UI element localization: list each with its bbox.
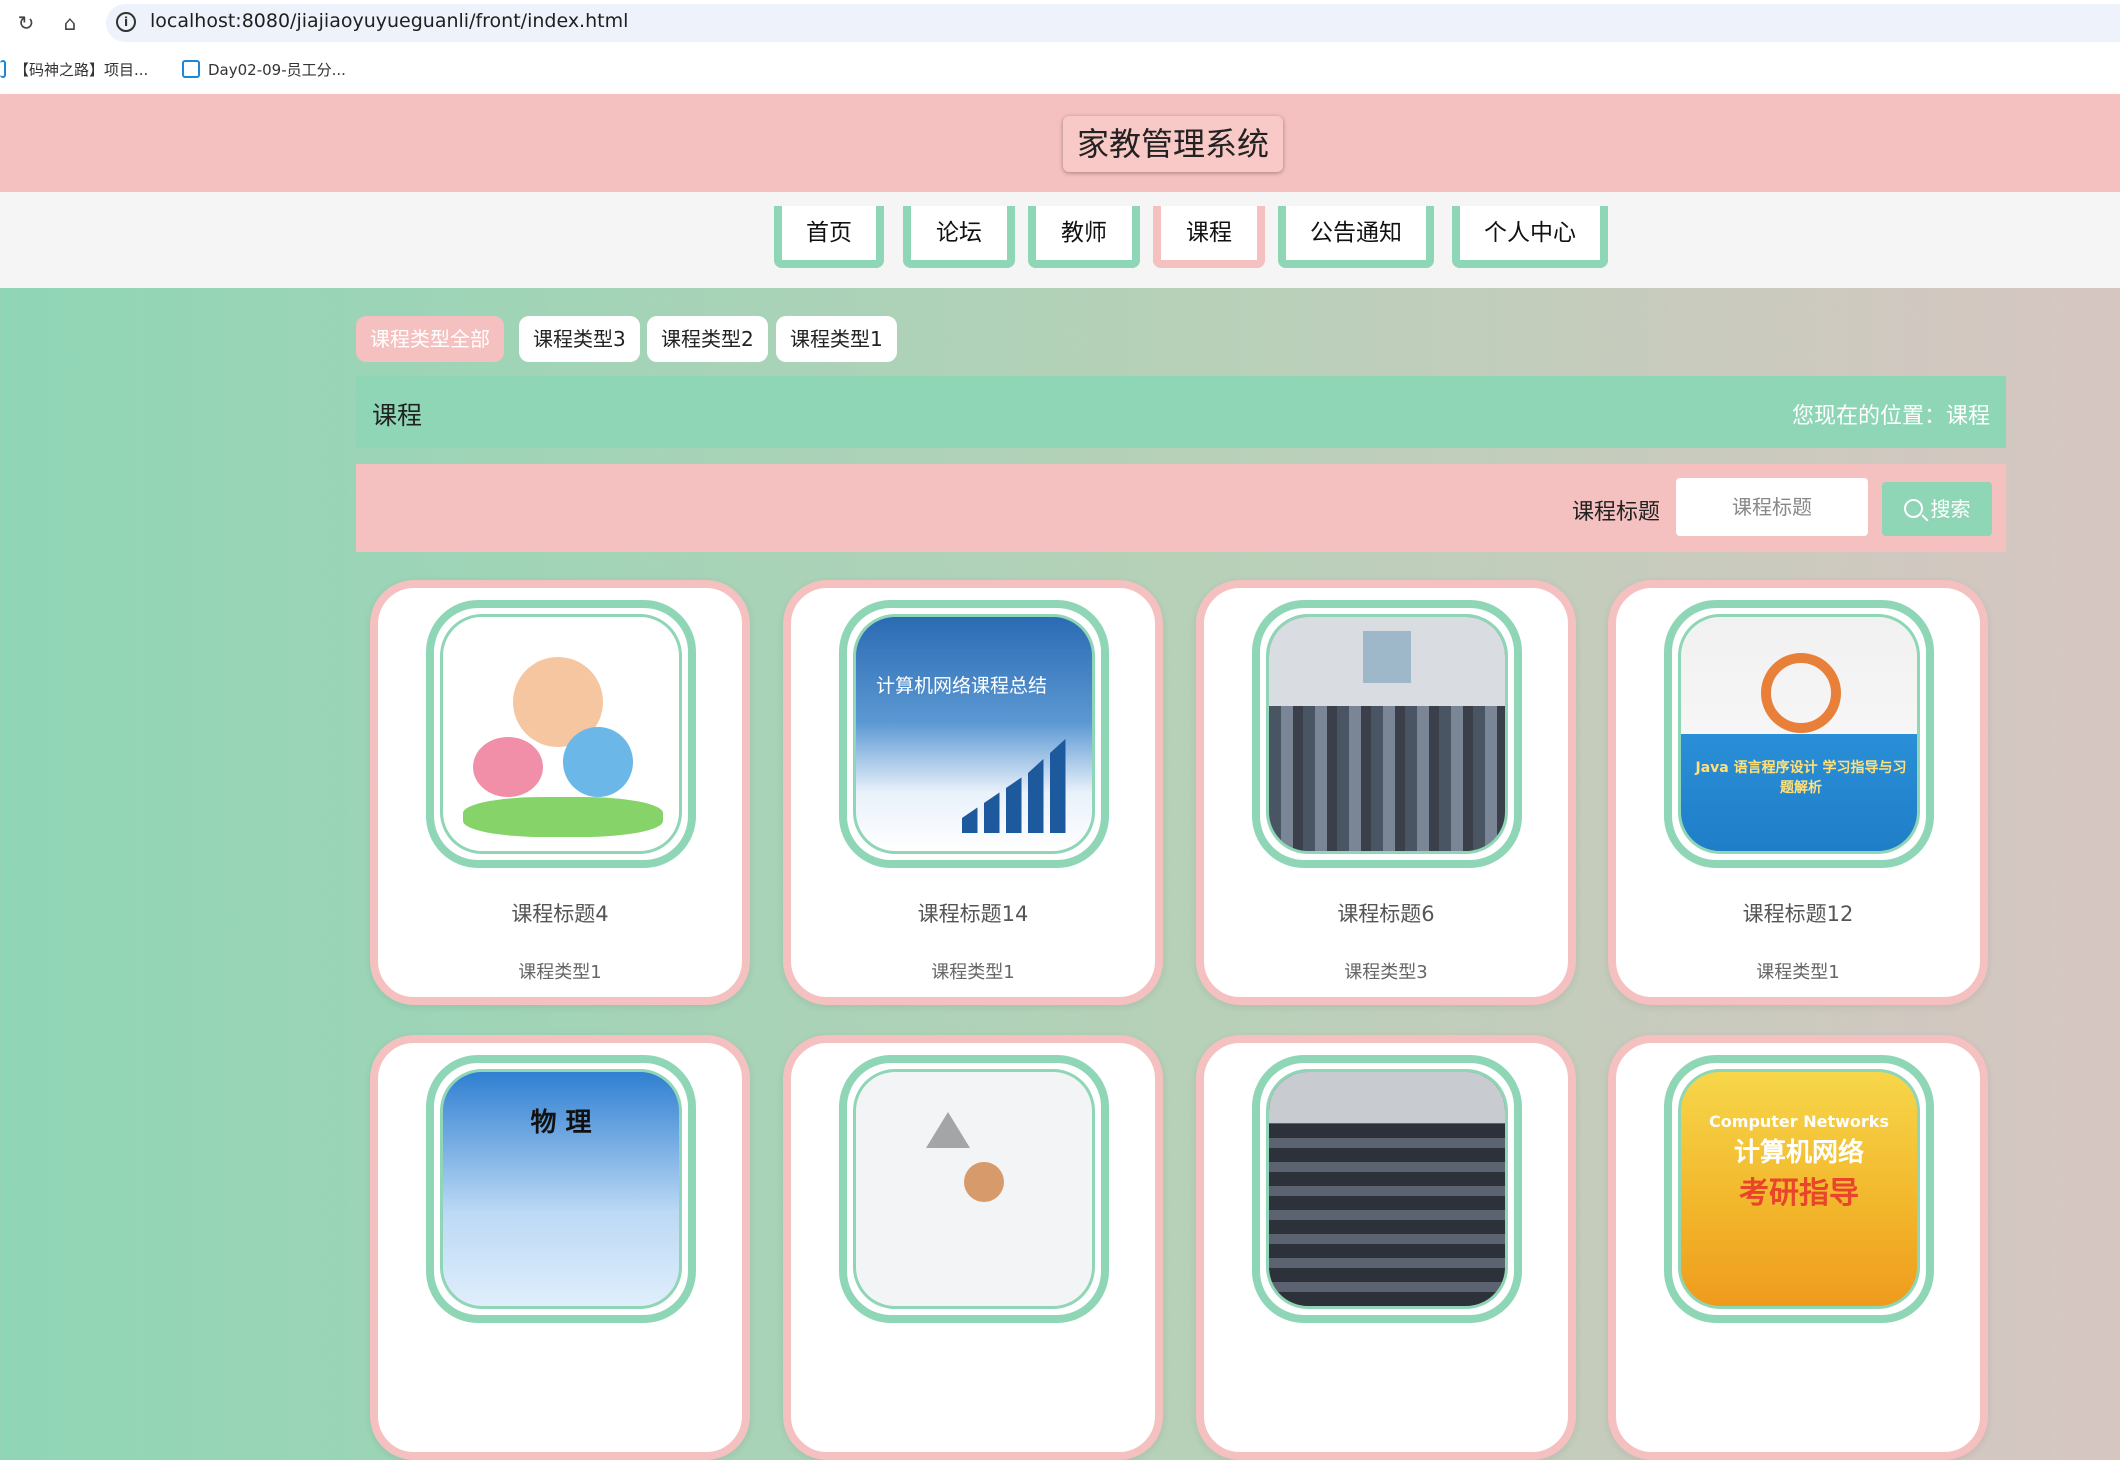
- course-card[interactable]: 课程标题4 课程类型1: [370, 580, 750, 1005]
- course-image[interactable]: 物 理: [426, 1055, 696, 1323]
- course-type: 课程类型1: [931, 962, 1015, 983]
- nav-forum[interactable]: 论坛: [903, 206, 1015, 268]
- course-image[interactable]: [1252, 1055, 1522, 1323]
- filter-type3[interactable]: 课程类型3: [519, 316, 640, 362]
- search-input[interactable]: [1676, 478, 1868, 536]
- course-card[interactable]: [783, 1035, 1163, 1460]
- bookmark-icon: [0, 60, 6, 78]
- site-header: 家教管理系统: [0, 94, 2120, 192]
- page-title: 课程: [372, 401, 423, 430]
- filter-all[interactable]: 课程类型全部: [356, 316, 504, 362]
- course-title: 课程标题12: [1742, 902, 1854, 926]
- course-card[interactable]: Java 语言程序设计 学习指导与习题解析 课程标题12 课程类型1: [1608, 580, 1988, 1005]
- browser-address-row: ↻ ⌂ i localhost:8080/jiajiaoyuyueguanli/…: [0, 0, 2120, 46]
- course-title: 课程标题4: [511, 902, 609, 926]
- url-text[interactable]: localhost:8080/jiajiaoyuyueguanli/front/…: [150, 10, 628, 32]
- course-type: 课程类型1: [1756, 962, 1840, 983]
- course-title: 课程标题14: [917, 902, 1029, 926]
- location-text: 您现在的位置：课程: [1791, 404, 1990, 429]
- bookmark-item[interactable]: 【码神之路】项目...: [0, 59, 148, 80]
- nav-notice[interactable]: 公告通知: [1278, 206, 1434, 268]
- course-image[interactable]: [839, 1055, 1109, 1323]
- main-nav: 首页 论坛 教师 课程 公告通知 个人中心: [0, 192, 2120, 288]
- course-card[interactable]: [1196, 1035, 1576, 1460]
- bookmark-item[interactable]: Day02-09-员工分...: [182, 59, 346, 80]
- bookmark-icon: [182, 60, 200, 78]
- course-card[interactable]: Computer Networks 计算机网络 考研指导: [1608, 1035, 1988, 1460]
- search-bar: 课程标题 搜索: [356, 464, 2006, 552]
- course-title: 课程标题6: [1337, 902, 1435, 926]
- search-button[interactable]: 搜索: [1882, 482, 1992, 536]
- course-image[interactable]: [426, 600, 696, 868]
- site-info-icon[interactable]: i: [116, 12, 136, 32]
- course-image[interactable]: Java 语言程序设计 学习指导与习题解析: [1664, 600, 1934, 868]
- filter-type1[interactable]: 课程类型1: [776, 316, 897, 362]
- breadcrumb: 课程 您现在的位置：课程: [356, 376, 2006, 448]
- filter-type2[interactable]: 课程类型2: [647, 316, 768, 362]
- course-card[interactable]: 课程标题6 课程类型3: [1196, 580, 1576, 1005]
- home-icon[interactable]: ⌂: [58, 11, 82, 35]
- nav-course[interactable]: 课程: [1153, 206, 1265, 268]
- course-card[interactable]: 计算机网络课程总结 课程标题14 课程类型1: [783, 580, 1163, 1005]
- course-image[interactable]: Computer Networks 计算机网络 考研指导: [1664, 1055, 1934, 1323]
- nav-personal-center[interactable]: 个人中心: [1452, 206, 1608, 268]
- course-type: 课程类型3: [1344, 962, 1428, 983]
- search-icon: [1903, 499, 1923, 518]
- site-title: 家教管理系统: [1063, 116, 1284, 172]
- course-image[interactable]: 计算机网络课程总结: [839, 600, 1109, 868]
- bookmarks-bar: 【码神之路】项目... Day02-09-员工分...: [0, 46, 2120, 94]
- course-image[interactable]: [1252, 600, 1522, 868]
- search-label: 课程标题: [1572, 500, 1661, 525]
- nav-teacher[interactable]: 教师: [1028, 206, 1140, 268]
- reload-icon[interactable]: ↻: [14, 11, 38, 35]
- course-type: 课程类型1: [518, 962, 602, 983]
- nav-home[interactable]: 首页: [774, 206, 884, 268]
- course-card[interactable]: 物 理: [370, 1035, 750, 1460]
